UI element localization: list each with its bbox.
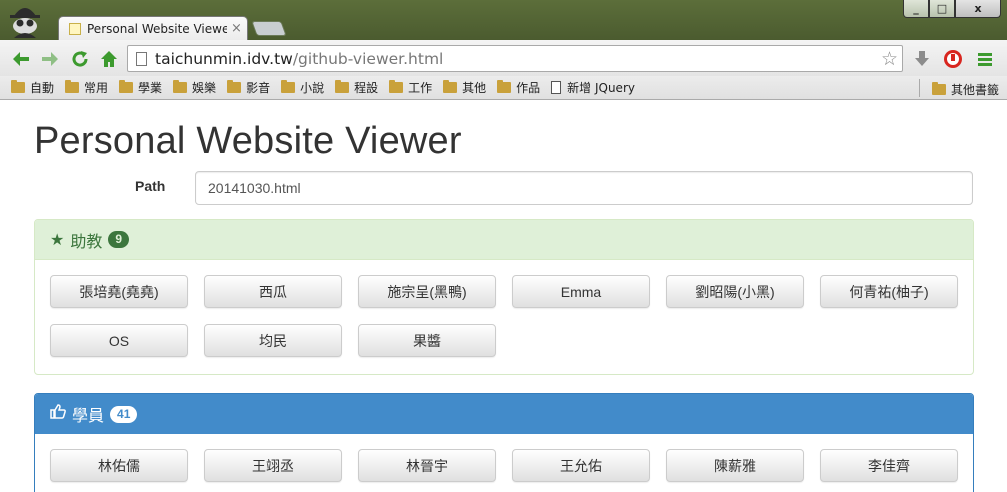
- assistant-button[interactable]: 何青祐(柚子): [820, 275, 958, 308]
- bookmark-page[interactable]: 新增 JQuery: [551, 79, 635, 96]
- folder-icon: [65, 80, 80, 93]
- path-input[interactable]: [195, 171, 973, 205]
- assistant-button[interactable]: Emma: [512, 275, 650, 308]
- browser-toolbar: taichunmin.idv.tw/github-viewer.html ☆: [0, 40, 1007, 76]
- bookmark-folder[interactable]: 娛樂: [173, 79, 216, 96]
- folder-icon: [119, 80, 134, 93]
- assistants-count-badge: 9: [108, 231, 130, 248]
- star-icon: ★: [50, 231, 65, 249]
- assistants-panel-body: 張培堯(堯堯) 西瓜 施宗呈(黑鴨) Emma 劉昭陽(小黑) 何青祐(柚子) …: [35, 260, 973, 373]
- folder-icon: [931, 82, 946, 95]
- students-panel-heading: 學員 41: [35, 394, 973, 434]
- assistant-button[interactable]: 西瓜: [204, 275, 342, 308]
- student-button[interactable]: 王允佑: [512, 449, 650, 482]
- bookmark-folder[interactable]: 其他: [443, 79, 486, 96]
- assistants-panel-heading: ★ 助教 9: [35, 220, 973, 260]
- bookmark-star-icon[interactable]: ☆: [881, 48, 898, 70]
- bookmark-folder[interactable]: 影音: [227, 79, 270, 96]
- address-bar[interactable]: taichunmin.idv.tw/github-viewer.html ☆: [127, 45, 903, 72]
- maximize-button[interactable]: □: [929, 0, 955, 18]
- reload-icon[interactable]: [70, 49, 90, 69]
- page-icon: [551, 81, 562, 94]
- incognito-icon: [10, 8, 40, 38]
- path-label: Path: [135, 178, 166, 194]
- student-button[interactable]: 王翊丞: [204, 449, 342, 482]
- student-button[interactable]: 李佳齊: [820, 449, 958, 482]
- new-tab-button[interactable]: [251, 21, 287, 36]
- bookmark-folder[interactable]: 自動: [11, 79, 54, 96]
- page-icon: [136, 51, 147, 66]
- assistant-button[interactable]: 均民: [204, 324, 342, 357]
- assistant-button[interactable]: 張培堯(堯堯): [50, 275, 188, 308]
- close-window-button[interactable]: x: [955, 0, 1001, 18]
- home-icon[interactable]: [99, 49, 119, 69]
- folder-icon: [443, 80, 458, 93]
- folder-icon: [281, 80, 296, 93]
- bookmark-folder[interactable]: 工作: [389, 79, 432, 96]
- assistant-button[interactable]: OS: [50, 324, 188, 357]
- url-text[interactable]: taichunmin.idv.tw/github-viewer.html: [155, 50, 443, 68]
- assistants-panel: ★ 助教 9 張培堯(堯堯) 西瓜 施宗呈(黑鴨) Emma 劉昭陽(小黑) 何…: [34, 219, 974, 375]
- other-bookmarks[interactable]: 其他書籤: [931, 81, 999, 98]
- student-button[interactable]: 林晉宇: [358, 449, 496, 482]
- folder-icon: [389, 80, 404, 93]
- page-title: Personal Website Viewer: [34, 120, 462, 162]
- students-title: 學員: [72, 408, 105, 425]
- folder-icon: [497, 80, 512, 93]
- menu-icon[interactable]: [975, 49, 995, 69]
- title-bar: Personal Website Viewer × _ □ x: [0, 0, 1007, 40]
- tab-close-icon[interactable]: ×: [231, 22, 242, 35]
- bookmark-folder[interactable]: 常用: [65, 79, 108, 96]
- adblock-icon[interactable]: [943, 49, 963, 69]
- assistant-button[interactable]: 施宗呈(黑鴨): [358, 275, 496, 308]
- students-panel: 學員 41 林佑儒 王翊丞 林晉宇 王允佑 陳薪雅 李佳齊: [34, 393, 974, 492]
- forward-icon[interactable]: [40, 49, 60, 69]
- page-favicon-icon: [69, 22, 81, 35]
- bookmark-folder[interactable]: 程設: [335, 79, 378, 96]
- window-controls: _ □ x: [903, 0, 1001, 18]
- folder-icon: [173, 80, 188, 93]
- assistant-button[interactable]: 劉昭陽(小黑): [666, 275, 804, 308]
- tab-title: Personal Website Viewer: [87, 21, 227, 36]
- url-path: /github-viewer.html: [292, 49, 444, 68]
- assistants-title: 助教: [70, 233, 103, 251]
- bookmarks-separator: [919, 79, 920, 97]
- assistant-button[interactable]: 果醬: [358, 324, 496, 357]
- student-button[interactable]: 陳薪雅: [666, 449, 804, 482]
- students-count-badge: 41: [110, 405, 138, 423]
- bookmark-folder[interactable]: 小說: [281, 79, 324, 96]
- browser-frame: Personal Website Viewer × _ □ x taichunm…: [0, 0, 1007, 100]
- folder-icon: [11, 80, 25, 93]
- bookmarks-bar: 自動 常用 學業 娛樂 影音 小說 程設 工作 其他 作品 新增 JQuery …: [0, 76, 1007, 100]
- student-button[interactable]: 林佑儒: [50, 449, 188, 482]
- bookmark-folder[interactable]: 作品: [497, 79, 540, 96]
- minimize-button[interactable]: _: [903, 0, 929, 18]
- thumbs-up-icon: [50, 404, 66, 424]
- folder-icon: [227, 80, 242, 93]
- back-icon[interactable]: [11, 49, 31, 69]
- tab-active[interactable]: Personal Website Viewer ×: [58, 16, 248, 40]
- web-page: Personal Website Viewer Path ★ 助教 9 張培堯(…: [0, 101, 1007, 492]
- students-panel-body: 林佑儒 王翊丞 林晉宇 王允佑 陳薪雅 李佳齊: [35, 434, 973, 492]
- bookmark-folder[interactable]: 學業: [119, 79, 162, 96]
- folder-icon: [335, 80, 350, 93]
- download-icon[interactable]: [912, 49, 932, 69]
- url-host: taichunmin.idv.tw: [155, 49, 293, 68]
